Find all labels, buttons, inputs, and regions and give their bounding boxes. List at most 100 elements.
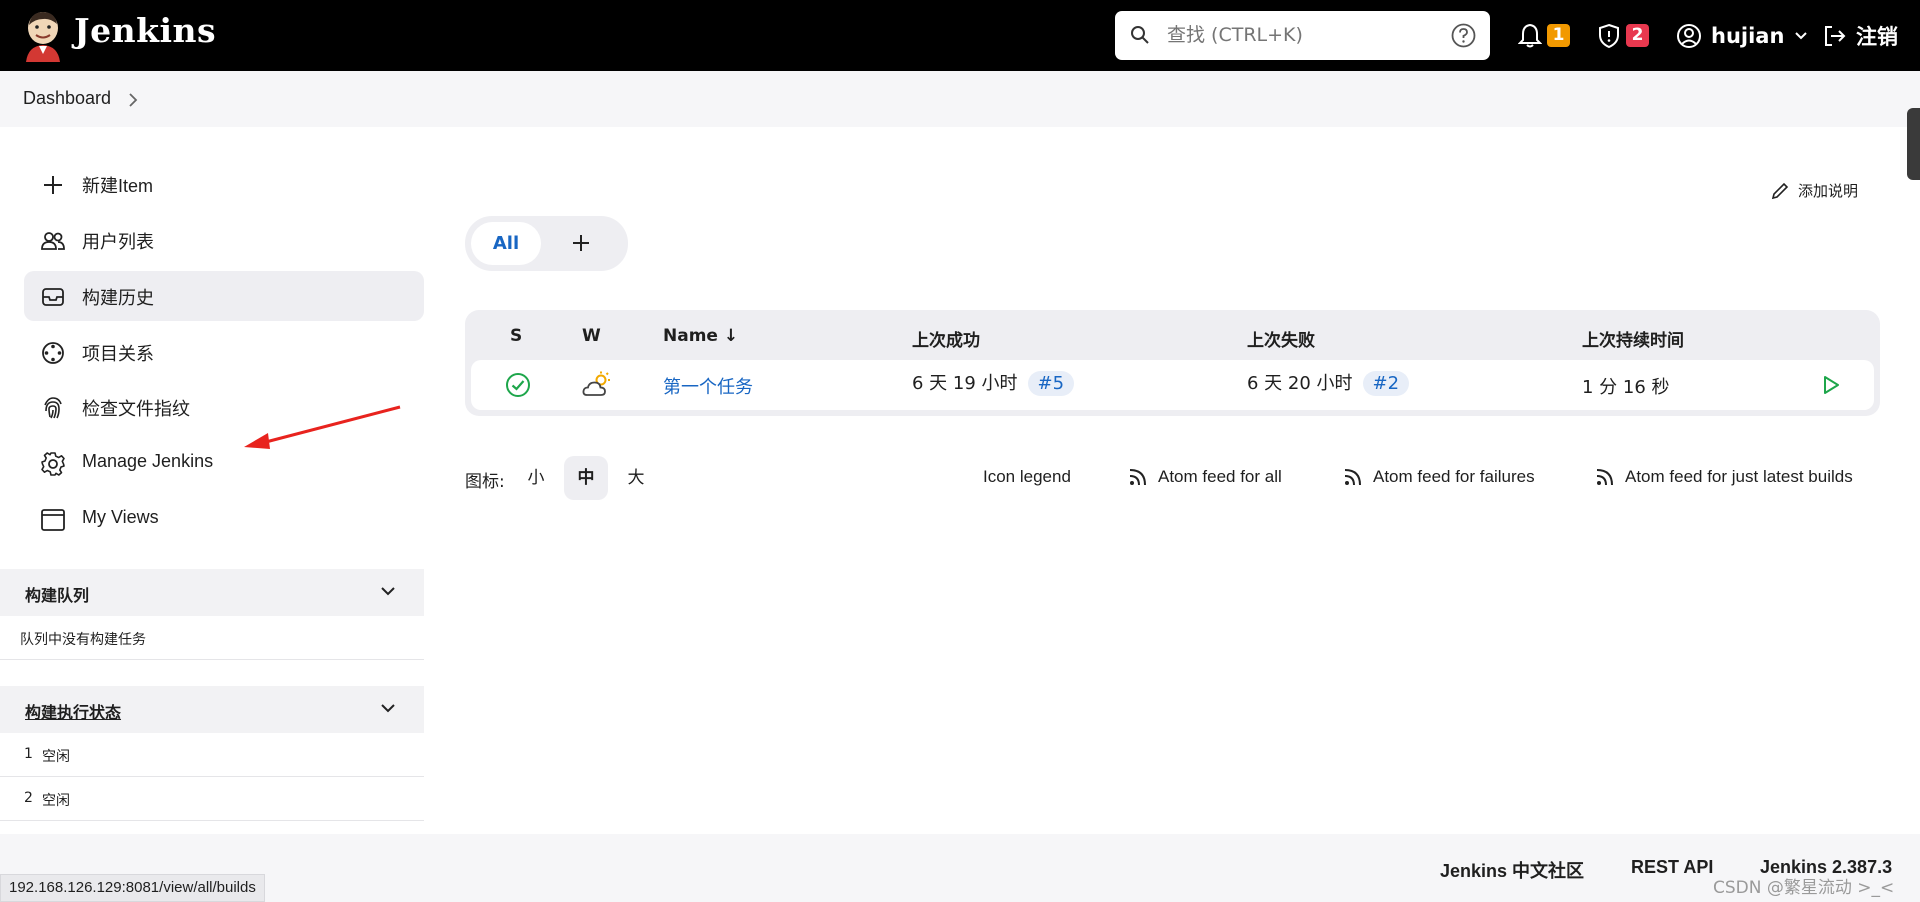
sidebar-item-my-views[interactable]: My Views <box>24 494 424 544</box>
shield-icon <box>1599 23 1619 48</box>
column-header-name[interactable]: Name ↓ <box>663 326 738 346</box>
last-failure-build-link[interactable]: #2 <box>1362 371 1410 396</box>
status-bar-url: 192.168.126.129:8081/view/all/builds <box>0 874 265 902</box>
security-badge: 2 <box>1626 24 1649 47</box>
jenkins-logo-icon[interactable] <box>22 10 64 62</box>
column-header-last-duration[interactable]: 上次持续时间 <box>1582 326 1684 351</box>
feed-all-label: Atom feed for all <box>1158 467 1282 486</box>
build-queue-title: 构建队列 <box>25 586 90 605</box>
chevron-right-icon[interactable] <box>126 92 140 108</box>
gear-icon <box>41 452 65 476</box>
sidebar-item-label: 用户列表 <box>82 232 154 252</box>
icon-size-medium-button[interactable]: 中 <box>564 456 608 500</box>
users-icon <box>41 232 65 250</box>
build-queue-empty-text: 队列中没有构建任务 <box>20 632 146 648</box>
table-row: 第一个任务 6 天 19 小时 #5 6 天 20 小时 #2 1 分 16 秒 <box>471 360 1874 410</box>
view-tabs: All <box>465 216 628 271</box>
sidebar-item-users[interactable]: 用户列表 <box>24 215 424 265</box>
pencil-icon <box>1771 182 1789 199</box>
scroll-handle[interactable] <box>1907 108 1920 180</box>
build-queue-empty: 队列中没有构建任务 <box>0 616 424 660</box>
logout-label: 注销 <box>1856 24 1898 49</box>
footer-rest-api-link[interactable]: REST API <box>1631 857 1713 878</box>
tab-all[interactable]: All <box>471 222 541 265</box>
sidebar-item-project-relations[interactable]: 项目关系 <box>24 327 424 377</box>
last-success-time: 6 天 19 小时 <box>912 373 1018 394</box>
user-name: hujian <box>1711 23 1785 48</box>
executor-row: 2 空闲 <box>0 777 424 821</box>
last-success-build-link[interactable]: #5 <box>1027 371 1075 396</box>
top-header: Jenkins 1 2 hujian <box>0 0 1920 71</box>
help-icon[interactable] <box>1451 23 1476 48</box>
last-failure-time: 6 天 20 小时 <box>1247 373 1353 394</box>
last-failure-cell: 6 天 20 小时 #2 <box>1247 369 1410 396</box>
add-description-link[interactable]: 添加说明 <box>1770 180 1858 201</box>
brand-title[interactable]: Jenkins <box>74 11 216 50</box>
sidebar-item-label: 项目关系 <box>82 344 154 364</box>
watermark-text: CSDN @繁星流动 >_< <box>1713 878 1895 898</box>
bell-icon <box>1518 23 1542 47</box>
fingerprint-icon <box>44 397 62 419</box>
breadcrumb: Dashboard <box>0 71 1920 127</box>
executors-title[interactable]: 构建执行状态 <box>25 699 121 723</box>
column-header-w[interactable]: W <box>582 326 601 346</box>
chevron-down-icon[interactable] <box>380 586 396 598</box>
sidebar-item-label: Manage Jenkins <box>82 451 214 471</box>
logout-icon <box>1825 25 1846 46</box>
sidebar-item-new-item[interactable]: 新建Item <box>24 159 424 209</box>
job-name-link[interactable]: 第一个任务 <box>663 373 753 399</box>
feed-all-link[interactable]: Atom feed for all <box>1128 467 1282 487</box>
weather-partly-cloudy-icon <box>582 371 610 396</box>
sidebar-item-label: 新建Item <box>82 176 154 196</box>
search-box[interactable] <box>1115 11 1490 60</box>
chevron-down-icon[interactable] <box>1794 31 1808 41</box>
icon-size-large-button[interactable]: 大 <box>614 456 658 500</box>
feed-latest-label: Atom feed for just latest builds <box>1625 467 1853 486</box>
sidebar-item-label: 检查文件指纹 <box>82 399 190 419</box>
rss-icon <box>1596 469 1613 486</box>
chevron-down-icon[interactable] <box>380 703 396 715</box>
search-input[interactable] <box>1167 19 1437 51</box>
sidebar-item-label: My Views <box>82 507 159 527</box>
notifications-badge: 1 <box>1547 24 1570 47</box>
annotation-arrow-icon <box>244 405 401 449</box>
column-header-s[interactable]: S <box>510 326 522 346</box>
icon-legend-link[interactable]: Icon legend <box>983 467 1071 487</box>
rss-icon <box>1129 469 1146 486</box>
page-footer: Jenkins 中文社区 REST API Jenkins 2.387.3 <box>0 834 1920 902</box>
executor-number: 2 <box>24 790 33 806</box>
footer-community-link[interactable]: Jenkins 中文社区 <box>1440 857 1584 883</box>
executor-status: 空闲 <box>42 793 70 809</box>
security-button[interactable]: 2 <box>1597 0 1649 71</box>
build-queue-header[interactable]: 构建队列 <box>0 569 424 616</box>
column-header-last-failure[interactable]: 上次失败 <box>1247 326 1315 351</box>
notifications-button[interactable]: 1 <box>1518 0 1570 71</box>
last-success-cell: 6 天 19 小时 #5 <box>912 369 1075 396</box>
executor-row: 1 空闲 <box>0 733 424 777</box>
rss-icon <box>1344 469 1361 486</box>
plus-icon <box>44 176 62 194</box>
executor-status: 空闲 <box>42 749 70 765</box>
icon-size-label: 图标: <box>465 472 505 492</box>
add-description-label: 添加说明 <box>1798 182 1859 200</box>
sidebar-item-build-history[interactable]: 构建历史 <box>24 271 424 321</box>
logout-button[interactable]: 注销 <box>1822 0 1898 71</box>
column-header-last-success[interactable]: 上次成功 <box>912 326 980 351</box>
executors-header[interactable]: 构建执行状态 <box>0 686 424 733</box>
user-menu[interactable]: hujian <box>1676 0 1808 71</box>
success-status-icon <box>506 373 530 397</box>
breadcrumb-dashboard[interactable]: Dashboard <box>23 88 111 109</box>
feed-failures-link[interactable]: Atom feed for failures <box>1343 467 1535 487</box>
play-build-icon[interactable] <box>1821 374 1841 396</box>
last-duration-cell: 1 分 16 秒 <box>1582 377 1670 398</box>
add-view-icon[interactable] <box>570 232 592 254</box>
jobs-table: S W Name ↓ 上次成功 上次失败 上次持续时间 第一个任务 6 天 19… <box>465 310 1880 416</box>
window-icon <box>41 509 65 531</box>
user-icon <box>1677 23 1701 48</box>
inbox-icon <box>42 288 64 306</box>
executor-number: 1 <box>24 746 33 762</box>
sidebar-item-label: 构建历史 <box>82 288 154 308</box>
feed-latest-link[interactable]: Atom feed for just latest builds <box>1595 467 1853 487</box>
relations-icon <box>42 342 64 364</box>
icon-size-small-button[interactable]: 小 <box>514 456 558 500</box>
